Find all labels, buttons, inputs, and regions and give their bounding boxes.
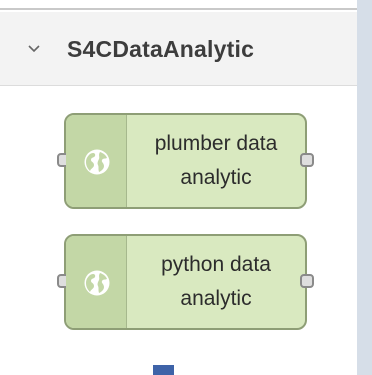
chevron-down-icon[interactable] <box>27 42 41 56</box>
palette-top-divider <box>0 0 357 10</box>
globe-icon <box>84 149 110 175</box>
category-header[interactable]: S4CDataAnalytic <box>0 12 357 86</box>
palette-node-plumber-data-analytic[interactable]: plumber data analytic <box>57 113 314 209</box>
node-label: python data analytic <box>127 248 305 316</box>
node-label: plumber data analytic <box>127 127 305 195</box>
globe-icon <box>84 270 110 296</box>
node-icon-area <box>66 115 127 207</box>
node-label-line-2: analytic <box>180 287 252 310</box>
palette-node-python-data-analytic[interactable]: python data analytic <box>57 234 314 330</box>
node-label-line-1: plumber data <box>154 132 278 155</box>
scroll-marker[interactable] <box>153 365 174 375</box>
node-label-line-2: analytic <box>180 166 252 189</box>
node-icon-area <box>66 236 127 328</box>
category-title: S4CDataAnalytic <box>67 36 255 62</box>
node-palette: S4CDataAnalytic plumber data analytic py… <box>0 0 357 375</box>
output-port[interactable] <box>300 153 314 167</box>
node-label-line-1: python data <box>161 253 271 276</box>
output-port[interactable] <box>300 274 314 288</box>
